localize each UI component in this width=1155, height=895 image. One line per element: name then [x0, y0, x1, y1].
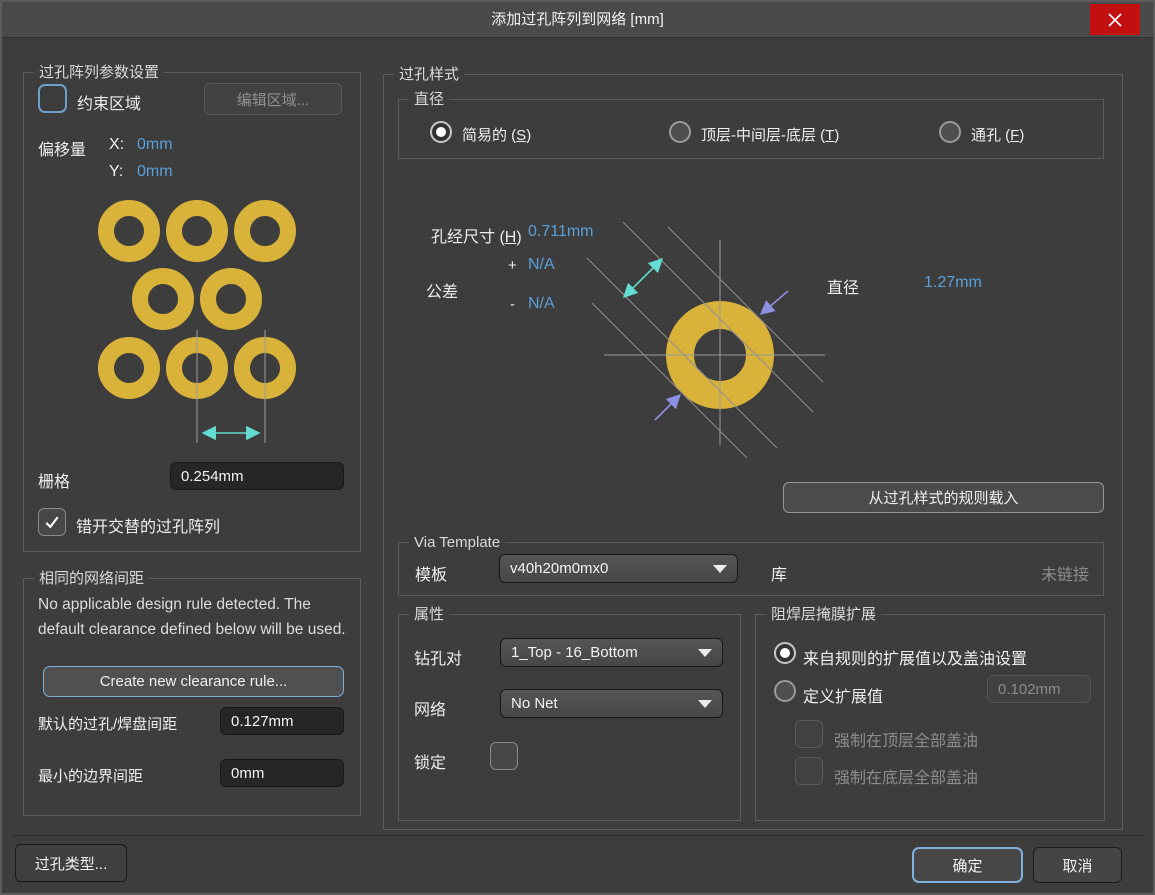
radio-simple-label: 简易的 (S)	[462, 127, 532, 144]
drill-pair-value: 1_Top - 16_Bottom	[511, 644, 638, 661]
net-label: 网络	[414, 702, 447, 719]
offset-x-value[interactable]: 0mm	[137, 136, 173, 154]
group-properties: 属性 钻孔对 1_Top - 16_Bottom 网络 No Net 锁定	[398, 605, 741, 821]
group-same-net-clearance: 相同的网络间距 No applicable design rule detect…	[23, 569, 361, 816]
tolerance-plus-sign: +	[508, 257, 517, 274]
force-tenting-bottom-label: 强制在底层全部盖油	[834, 770, 979, 787]
group-solder-mask-expansion: 阻焊层掩膜扩展 来自规则的扩展值以及盖油设置 定义扩展值 强制在顶层全部盖油 强…	[755, 605, 1105, 821]
template-value: v40h20m0mx0	[510, 560, 609, 577]
drill-pair-dropdown[interactable]: 1_Top - 16_Bottom	[500, 638, 723, 667]
radio-simple[interactable]	[430, 121, 452, 143]
clearance-message: No applicable design rule detected. The …	[38, 596, 346, 638]
radio-full-stack[interactable]	[939, 121, 961, 143]
chevron-down-icon	[698, 699, 712, 708]
group-title: 阻焊层掩膜扩展	[766, 605, 882, 624]
offset-y-label: Y:	[109, 163, 124, 180]
checkmark-icon	[45, 516, 59, 529]
diameter-value[interactable]: 1.27mm	[924, 274, 982, 292]
load-from-rules-button[interactable]: 从过孔样式的规则载入	[783, 482, 1104, 513]
net-value: No Net	[511, 695, 558, 712]
net-dropdown[interactable]: No Net	[500, 689, 723, 718]
hole-diameter-arrow-icon	[622, 257, 664, 299]
template-label: 模板	[415, 567, 448, 584]
group-title: 属性	[409, 605, 450, 624]
radio-top-middle-bottom[interactable]	[669, 121, 691, 143]
chevron-down-icon	[698, 648, 712, 657]
dialog-title: 添加过孔阵列到网络 [mm]	[491, 11, 664, 28]
group-via-template: Via Template 模板 v40h20m0mx0 库 未链接	[398, 533, 1104, 596]
group-title: Via Template	[409, 533, 506, 552]
min-boundary-label: 最小的边界间距	[38, 768, 144, 785]
via-types-button[interactable]: 过孔类型...	[15, 844, 127, 882]
library-label: 库	[771, 567, 788, 584]
close-icon	[1108, 12, 1122, 27]
default-clearance-label: 默认的过孔/焊盘间距	[38, 716, 178, 733]
dialog-add-via-array: 添加过孔阵列到网络 [mm] 过孔阵列参数设置 约束区域 编辑区域... 偏移量…	[0, 0, 1155, 895]
tolerance-label: 公差	[426, 284, 459, 301]
locked-label: 锁定	[414, 755, 447, 772]
ok-button[interactable]: 确定	[912, 847, 1023, 883]
group-title: 过孔阵列参数设置	[34, 63, 165, 82]
drill-pair-label: 钻孔对	[414, 651, 463, 668]
radio-define-expansion-label: 定义扩展值	[803, 689, 884, 706]
tolerance-plus-value[interactable]: N/A	[528, 256, 555, 274]
grid-label: 栅格	[38, 474, 71, 491]
close-button[interactable]	[1090, 4, 1140, 35]
group-via-array-settings: 过孔阵列参数设置 约束区域 编辑区域... 偏移量 X: 0mm Y: 0mm	[23, 63, 361, 552]
stagger-label: 错开交替的过孔阵列	[76, 519, 221, 536]
grid-input[interactable]	[170, 462, 344, 490]
force-tenting-top-checkbox	[795, 720, 823, 748]
group-via-style: 过孔样式 直径 简易的 (S) 顶层-中间层-底层 (T) 通孔 (F) 孔经尺…	[383, 65, 1123, 830]
min-boundary-input[interactable]	[220, 759, 344, 787]
edit-area-button: 编辑区域...	[204, 83, 342, 115]
expansion-value-input	[987, 675, 1091, 703]
tolerance-minus-sign: -	[510, 296, 515, 313]
via-preview	[586, 221, 825, 459]
group-title: 过孔样式	[394, 65, 465, 84]
cancel-button[interactable]: 取消	[1033, 847, 1122, 883]
group-title: 相同的网络间距	[34, 569, 150, 588]
offset-x-label: X:	[109, 136, 125, 153]
hole-size-label: 孔经尺寸 (H)	[431, 229, 522, 246]
default-clearance-input[interactable]	[220, 707, 344, 735]
group-title: 直径	[409, 90, 450, 109]
offset-y-value[interactable]: 0mm	[137, 163, 173, 181]
radio-top-middle-bottom-label: 顶层-中间层-底层 (T)	[701, 127, 840, 144]
stagger-checkbox[interactable]	[38, 508, 66, 536]
radio-expansion-from-rules-label: 来自规则的扩展值以及盖油设置	[803, 651, 1028, 668]
pad-diameter-arrow-icon	[654, 393, 682, 421]
via-array-preview	[98, 200, 296, 443]
radio-full-stack-label: 通孔 (F)	[971, 127, 1025, 144]
constrain-area-checkbox[interactable]	[38, 84, 67, 113]
pad-diameter-arrow-icon	[759, 290, 789, 315]
tolerance-minus-value[interactable]: N/A	[528, 295, 555, 313]
template-dropdown[interactable]: v40h20m0mx0	[499, 554, 738, 583]
offset-label: 偏移量	[38, 142, 87, 159]
force-tenting-bottom-checkbox	[795, 757, 823, 785]
force-tenting-top-label: 强制在顶层全部盖油	[834, 733, 979, 750]
diameter-label: 直径	[827, 280, 860, 297]
group-diameter-mode: 直径 简易的 (S) 顶层-中间层-底层 (T) 通孔 (F)	[398, 90, 1104, 159]
title-bar: 添加过孔阵列到网络 [mm]	[2, 2, 1153, 38]
footer-divider	[12, 835, 1143, 836]
constrain-area-label: 约束区域	[77, 96, 142, 113]
chevron-down-icon	[713, 564, 727, 573]
radio-define-expansion[interactable]	[774, 680, 796, 702]
radio-expansion-from-rules[interactable]	[774, 642, 796, 664]
library-status: 未链接	[1040, 567, 1089, 584]
create-clearance-rule-button[interactable]: Create new clearance rule...	[43, 666, 344, 697]
locked-checkbox[interactable]	[490, 742, 518, 770]
